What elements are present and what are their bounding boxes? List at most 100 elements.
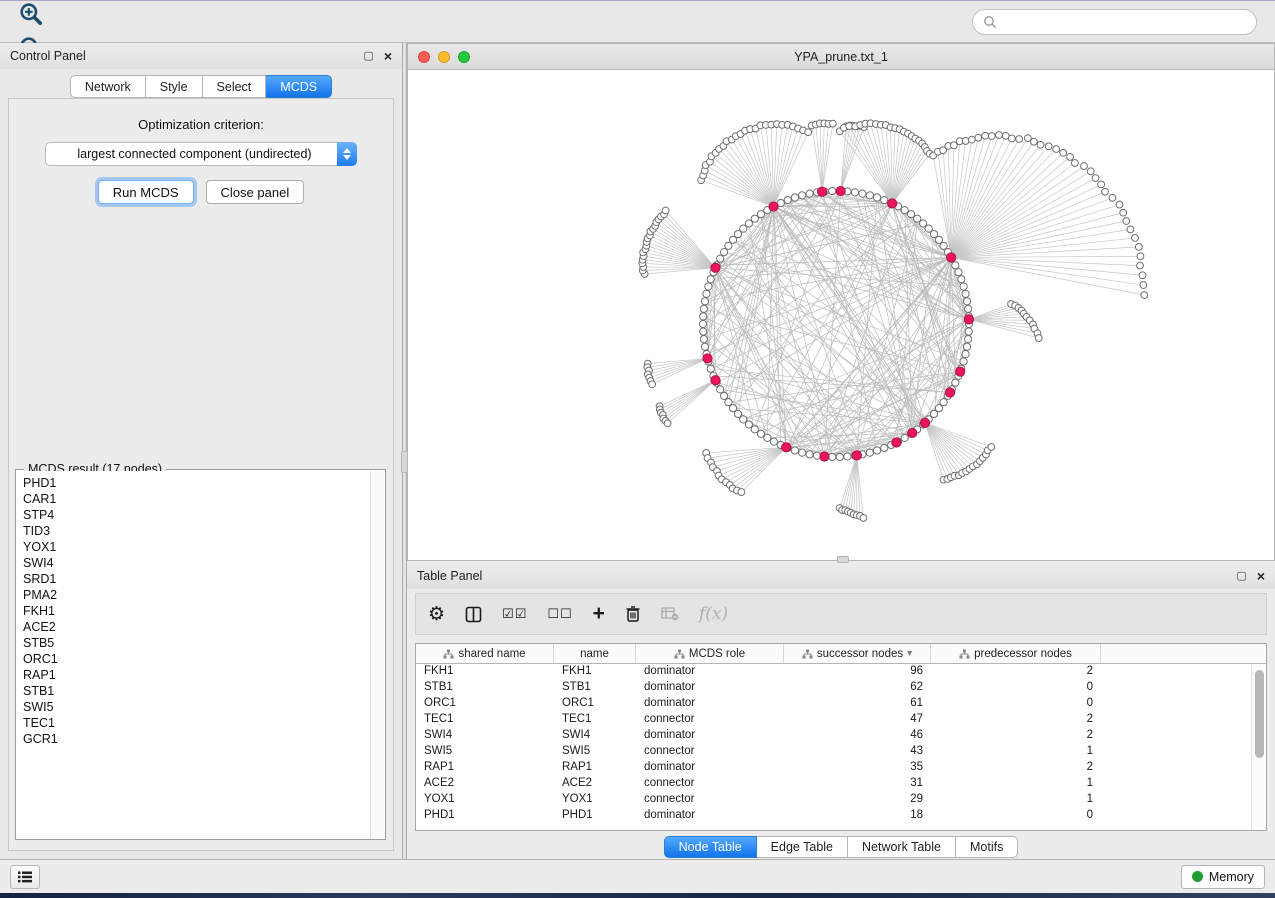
- graph-leaf-node[interactable]: [664, 420, 671, 427]
- graph-node[interactable]: [700, 328, 707, 335]
- split-columns-icon[interactable]: [465, 606, 482, 623]
- table-scrollbar[interactable]: [1251, 664, 1266, 830]
- table-row[interactable]: STB1STB1dominator620: [416, 680, 1251, 696]
- graph-dominator-node[interactable]: [888, 199, 897, 208]
- graph-node[interactable]: [859, 190, 866, 197]
- graph-leaf-node[interactable]: [982, 132, 989, 139]
- graph-node[interactable]: [851, 189, 858, 196]
- graph-node[interactable]: [701, 298, 708, 305]
- graph-node[interactable]: [907, 211, 914, 218]
- delete-column-icon[interactable]: [625, 605, 641, 623]
- graph-node[interactable]: [784, 196, 791, 203]
- graph-leaf-node[interactable]: [1141, 292, 1148, 299]
- graph-node[interactable]: [963, 343, 970, 350]
- mcds-result-item[interactable]: PHD1: [23, 475, 370, 491]
- graph-leaf-node[interactable]: [805, 129, 812, 136]
- graph-leaf-node[interactable]: [1081, 163, 1088, 170]
- table-row[interactable]: FKH1FKH1dominator962: [416, 664, 1251, 680]
- graph-leaf-node[interactable]: [1067, 154, 1074, 161]
- graph-dominator-node[interactable]: [947, 253, 956, 262]
- graph-leaf-node[interactable]: [1045, 143, 1052, 150]
- graph-node[interactable]: [958, 276, 965, 283]
- graph-node[interactable]: [960, 283, 967, 290]
- graph-node[interactable]: [700, 313, 707, 320]
- table-row[interactable]: YOX1YOX1connector291: [416, 792, 1251, 808]
- graph-leaf-node[interactable]: [738, 489, 745, 496]
- task-history-button[interactable]: [10, 865, 40, 889]
- column-header-successor-nodes[interactable]: successor nodes▾: [784, 644, 931, 663]
- mcds-result-item[interactable]: CAR1: [23, 491, 370, 507]
- graph-leaf-node[interactable]: [1071, 160, 1078, 167]
- tab-network[interactable]: Network: [70, 75, 146, 98]
- graph-node[interactable]: [955, 269, 962, 276]
- criterion-dropdown[interactable]: largest connected component (undirected): [45, 142, 357, 166]
- horizontal-splitter-grip[interactable]: [837, 556, 849, 563]
- table-tab-edge-table[interactable]: Edge Table: [757, 836, 848, 858]
- graph-leaf-node[interactable]: [962, 138, 969, 145]
- graph-dominator-node[interactable]: [769, 202, 778, 211]
- graph-leaf-node[interactable]: [1137, 253, 1144, 260]
- float-panel-icon[interactable]: ▢: [363, 51, 373, 62]
- graph-node[interactable]: [952, 379, 959, 386]
- graph-node[interactable]: [963, 298, 970, 305]
- graph-node[interactable]: [965, 336, 972, 343]
- graph-leaf-node[interactable]: [1035, 335, 1042, 342]
- table-row[interactable]: RAP1RAP1dominator352: [416, 760, 1251, 776]
- graph-node[interactable]: [721, 392, 728, 399]
- mcds-list-scrollbar[interactable]: [370, 471, 384, 838]
- graph-leaf-node[interactable]: [1060, 149, 1067, 156]
- graph-dominator-node[interactable]: [820, 452, 829, 461]
- memory-button[interactable]: Memory: [1181, 865, 1265, 889]
- graph-node[interactable]: [699, 320, 706, 327]
- graph-node[interactable]: [836, 453, 843, 460]
- graph-node[interactable]: [962, 351, 969, 358]
- graph-node[interactable]: [806, 190, 813, 197]
- table-row[interactable]: SWI4SWI4dominator462: [416, 728, 1251, 744]
- graph-dominator-node[interactable]: [964, 315, 973, 324]
- graph-dominator-node[interactable]: [920, 418, 929, 427]
- graph-node[interactable]: [770, 438, 777, 445]
- column-header-predecessor-nodes[interactable]: predecessor nodes: [931, 644, 1101, 663]
- table-tab-node-table[interactable]: Node Table: [664, 836, 757, 858]
- table-row[interactable]: ACE2ACE2connector311: [416, 776, 1251, 792]
- run-mcds-button[interactable]: Run MCDS: [98, 180, 194, 204]
- graph-node[interactable]: [703, 290, 710, 297]
- graph-leaf-node[interactable]: [988, 444, 995, 451]
- graph-node[interactable]: [700, 305, 707, 312]
- graph-node[interactable]: [965, 328, 972, 335]
- graph-node[interactable]: [700, 336, 707, 343]
- graph-leaf-node[interactable]: [860, 515, 867, 522]
- mcds-result-item[interactable]: GCR1: [23, 731, 370, 747]
- graph-node[interactable]: [757, 211, 764, 218]
- close-panel-button[interactable]: Close panel: [206, 180, 305, 204]
- select-all-icon[interactable]: ☑☑: [502, 606, 527, 622]
- graph-dominator-node[interactable]: [711, 263, 720, 272]
- graph-leaf-node[interactable]: [662, 207, 669, 214]
- graph-node[interactable]: [791, 194, 798, 201]
- graph-dominator-node[interactable]: [782, 443, 791, 452]
- graph-node[interactable]: [829, 453, 836, 460]
- search-input[interactable]: [972, 9, 1257, 35]
- table-row[interactable]: PHD1PHD1dominator180: [416, 808, 1251, 824]
- graph-node[interactable]: [717, 255, 724, 262]
- graph-leaf-node[interactable]: [996, 132, 1003, 139]
- graph-leaf-node[interactable]: [649, 381, 656, 388]
- column-header-MCDS-role[interactable]: MCDS role: [636, 644, 784, 663]
- graph-node[interactable]: [901, 207, 908, 214]
- mcds-result-item[interactable]: ORC1: [23, 651, 370, 667]
- network-canvas[interactable]: [408, 70, 1274, 560]
- graph-node[interactable]: [914, 215, 921, 222]
- mcds-result-item[interactable]: PMA2: [23, 587, 370, 603]
- float-table-panel-icon[interactable]: ▢: [1236, 571, 1246, 582]
- graph-leaf-node[interactable]: [1053, 146, 1060, 153]
- graph-leaf-node[interactable]: [1016, 136, 1023, 143]
- graph-leaf-node[interactable]: [1135, 244, 1142, 251]
- graph-node[interactable]: [725, 242, 732, 249]
- table-row[interactable]: ORC1ORC1dominator610: [416, 696, 1251, 712]
- table-scrollbar-thumb[interactable]: [1255, 670, 1264, 758]
- graph-dominator-node[interactable]: [945, 388, 954, 397]
- graph-node[interactable]: [701, 343, 708, 350]
- mcds-result-item[interactable]: STB5: [23, 635, 370, 651]
- graph-node[interactable]: [965, 305, 972, 312]
- graph-leaf-node[interactable]: [988, 133, 995, 140]
